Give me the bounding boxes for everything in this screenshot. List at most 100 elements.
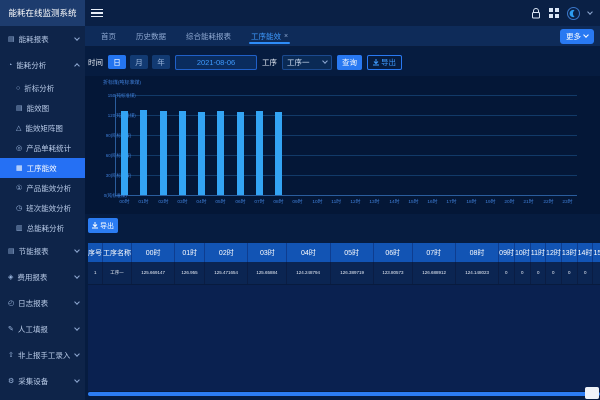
chevron-down-icon[interactable] xyxy=(587,9,593,15)
filter-bar: 时间 日月年 2021-08-06 工序 工序一 查询 导出 xyxy=(88,54,402,70)
column-header-09时: 09时 xyxy=(499,243,515,262)
chevron-down-icon xyxy=(74,351,80,357)
x-tick-text: 08时 xyxy=(274,198,284,205)
tab-label: 历史数据 xyxy=(136,31,166,42)
sidebar-item-能效矩阵图[interactable]: △能效矩阵图 xyxy=(0,118,85,138)
x-axis-tick-label: 10时 xyxy=(308,198,327,209)
grid-icon[interactable] xyxy=(549,8,559,18)
sidebar-item-人工填报[interactable]: ✎人工填报 xyxy=(0,316,85,342)
floating-widget[interactable] xyxy=(585,387,599,399)
close-icon[interactable]: × xyxy=(284,33,288,40)
x-axis-tick-label: 03时 xyxy=(173,198,192,209)
granularity-年-button[interactable]: 年 xyxy=(152,55,170,69)
download-icon xyxy=(373,59,379,66)
open-tabs: 首页 历史数据 综合能耗报表工序能效× xyxy=(85,26,296,46)
cell-value: 125.669147 xyxy=(141,270,165,275)
sidebar-item-产品单耗统计[interactable]: ◎产品单耗统计 xyxy=(0,138,85,158)
sidebar-item-日志报表[interactable]: ◴日志报表 xyxy=(0,290,85,316)
filter-export-button[interactable]: 导出 xyxy=(367,55,402,70)
bar-00时 xyxy=(121,111,128,195)
bar-02时 xyxy=(160,111,167,195)
info-icon: ① xyxy=(16,184,22,192)
x-tick-text: 05时 xyxy=(216,198,226,205)
x-axis-tick-label: 17时 xyxy=(442,198,461,209)
sidebar-item-能效图[interactable]: ▤能效图 xyxy=(0,98,85,118)
cell-value: 126.389719 xyxy=(340,270,364,275)
x-tick-text: 06时 xyxy=(235,198,245,205)
table-cell: 125.669147 xyxy=(132,262,175,284)
tab-工序能效[interactable]: 工序能效× xyxy=(243,26,296,46)
process-select[interactable]: 工序一 xyxy=(282,55,332,70)
sidebar-item-能耗分析[interactable]: ◔能耗分析 xyxy=(0,52,85,78)
table-cell: 1 xyxy=(88,262,103,284)
sidebar-item-工序能效[interactable]: ▦工序能效 xyxy=(0,158,85,178)
x-tick-text: 17时 xyxy=(447,198,457,205)
data-table: 序号工序名称00时01时02时03时04时05时06时07时08时09时10时1… xyxy=(88,243,600,285)
granularity-月-button[interactable]: 月 xyxy=(130,55,148,69)
sidebar-item-label: 能耗报表 xyxy=(19,34,75,45)
table-cell: 126.389719 xyxy=(330,262,373,284)
table-cell: 126.688912 xyxy=(412,262,455,284)
y-axis-tick-label: 60(吨标准煤) xyxy=(85,150,113,161)
sidebar-item-总能耗分析[interactable]: ▥总能耗分析 xyxy=(0,218,85,238)
sidebar-item-产品能效分析[interactable]: ①产品能效分析 xyxy=(0,178,85,198)
x-axis-tick-label: 22时 xyxy=(539,198,558,209)
sidebar-item-label: 费用报表 xyxy=(17,272,75,283)
table-cell: 124.248794 xyxy=(287,262,330,284)
y-axis-tick-label: 150(吨标准煤) xyxy=(85,90,113,101)
app-title: 能耗在线监测系统 xyxy=(0,0,85,26)
y-axis-tick-label: 90(吨标准煤) xyxy=(85,130,113,141)
sidebar-item-label: 班次能效分析 xyxy=(26,203,79,214)
sidebar-item-label: 工序能效 xyxy=(27,163,79,174)
sidebar-item-label: 产品单耗统计 xyxy=(26,143,79,154)
circle-icon: ○ xyxy=(16,85,20,92)
sidebar-item-label: 日志报表 xyxy=(18,298,75,309)
more-button[interactable]: 更多 xyxy=(560,29,594,44)
x-axis-tick-label: 20时 xyxy=(500,198,519,209)
x-axis-tick-label: 12时 xyxy=(346,198,365,209)
cell-value: 125.471654 xyxy=(214,270,238,275)
sidebar-item-费用报表[interactable]: ◈费用报表 xyxy=(0,264,85,290)
sidebar-item-label: 采集设备 xyxy=(18,376,75,387)
sidebar-item-label: 能耗分析 xyxy=(16,60,75,71)
x-axis-tick-label: 11时 xyxy=(327,198,346,209)
table-cell: 0 xyxy=(499,262,515,284)
cell-value: 0 xyxy=(552,270,554,275)
column-header-01时: 01时 xyxy=(175,243,205,262)
lock-icon[interactable] xyxy=(531,8,541,19)
tab-综合能耗报表[interactable]: 综合能耗报表 xyxy=(178,26,239,46)
query-button[interactable]: 查询 xyxy=(337,55,362,70)
hamburger-menu-icon[interactable] xyxy=(91,7,103,20)
sidebar-item-能耗报表[interactable]: ▤能耗报表 xyxy=(0,26,85,52)
tab-首页[interactable]: 首页 xyxy=(93,26,124,46)
tab-历史数据[interactable]: 历史数据 xyxy=(128,26,174,46)
table-row[interactable]: 1工序一125.669147126.955125.471654125.65884… xyxy=(88,262,600,284)
chevron-up-icon xyxy=(74,63,80,69)
column-header-02时: 02时 xyxy=(205,243,248,262)
sidebar-item-折标分析[interactable]: ○折标分析 xyxy=(0,78,85,98)
x-tick-text: 04时 xyxy=(197,198,207,205)
sidebar-menu: ▤能耗报表◔能耗分析○折标分析▤能效图△能效矩阵图◎产品单耗统计▦工序能效①产品… xyxy=(0,26,85,394)
x-tick-text: 11时 xyxy=(331,198,341,205)
column-header-14时: 14时 xyxy=(577,243,593,262)
process-energy-table: 序号工序名称00时01时02时03时04时05时06时07时08时09时10时1… xyxy=(88,243,600,391)
save-icon: ▤ xyxy=(8,247,15,255)
sidebar-item-节能报表[interactable]: ▤节能报表 xyxy=(0,238,85,264)
x-axis-tick-label: 14时 xyxy=(385,198,404,209)
x-tick-text: 18时 xyxy=(466,198,476,205)
cell-value: 工序一 xyxy=(110,270,123,276)
export-button[interactable]: 导出 xyxy=(88,218,118,233)
column-header-工序名称: 工序名称 xyxy=(103,243,132,262)
bar-01时 xyxy=(140,110,147,195)
cell-value: 124.148023 xyxy=(465,270,489,275)
app-window: 能耗在线监测系统 ▤能耗报表◔能耗分析○折标分析▤能效图△能效矩阵图◎产品单耗统… xyxy=(0,0,600,400)
sidebar-item-采集设备[interactable]: ⚙采集设备 xyxy=(0,368,85,394)
sidebar-item-非上报手工录入[interactable]: ⇧非上报手工录入 xyxy=(0,342,85,368)
x-axis-tick-label: 19时 xyxy=(481,198,500,209)
granularity-日-button[interactable]: 日 xyxy=(108,55,126,69)
user-avatar[interactable] xyxy=(567,7,580,20)
sidebar-item-班次能效分析[interactable]: ◷班次能效分析 xyxy=(0,198,85,218)
column-header-15时: 15时 xyxy=(593,243,600,262)
date-input[interactable]: 2021-08-06 xyxy=(175,55,257,70)
horizontal-scrollbar[interactable] xyxy=(88,392,600,396)
